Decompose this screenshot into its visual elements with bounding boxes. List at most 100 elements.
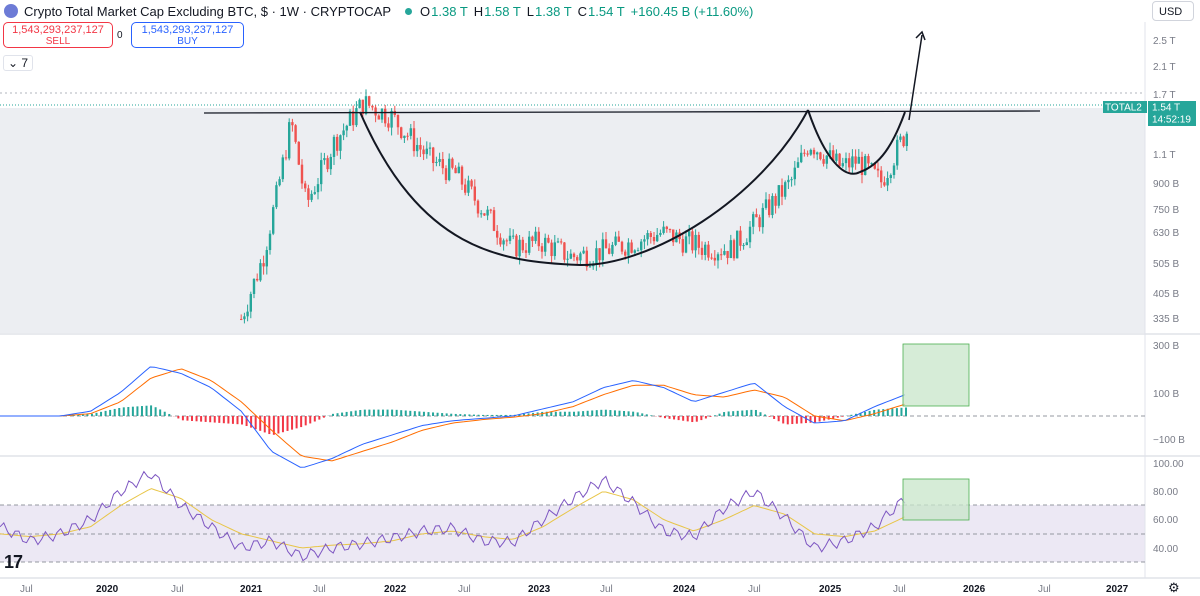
candle-body [502,240,505,245]
candle-body [819,152,822,160]
candle-body [467,180,470,193]
macd-histogram-bar [304,416,307,426]
candle-body [515,235,518,257]
macd-histogram-bar [168,413,171,416]
candle-body [240,318,243,320]
macd-histogram-bar [468,414,471,416]
macd-histogram-bar [895,408,898,416]
macd-histogram-bar [177,416,180,419]
candle-body [764,199,768,208]
candle-body [668,229,672,231]
macd-histogram-bar [823,416,826,421]
time-tick-label: 2021 [240,584,263,595]
candle-body [284,157,288,159]
price-pane-shade [0,108,1145,333]
candle-body [252,278,256,294]
rsi-target-box[interactable] [902,478,970,521]
macd-histogram-bar [372,409,375,416]
macd-histogram-bar [677,416,680,421]
macd-histogram-bar [472,414,475,416]
candle-body [800,152,803,163]
candle-body [636,250,640,252]
macd-histogram-bar [154,407,157,416]
candle-body [704,244,707,255]
rsi-axis[interactable]: 100.00 80.00 60.00 40.00 [1153,459,1184,555]
macd-histogram-bar [673,416,676,420]
candle-body [844,158,848,164]
macd-histogram-bar [832,416,835,419]
candle-body [582,250,585,254]
candle-body [598,248,601,261]
candle-body [476,200,480,214]
macd-histogram-bar [477,414,480,416]
candle-body [412,128,416,152]
macd-histogram-bar [191,416,194,421]
candle-body [419,145,422,150]
candle-body [307,188,310,200]
macd-histogram-bar [354,410,357,416]
candle-body [726,251,729,259]
candle-body [403,135,406,138]
candle-body [294,125,297,142]
candle-body [422,149,425,155]
macd-histogram-bar [291,416,294,430]
macd-histogram-bar [322,416,325,418]
time-tick-label: 2027 [1106,584,1129,595]
candle-body [611,244,614,254]
price-tag-value: 1.54 T [1152,103,1180,114]
macd-histogram-bar [905,407,907,416]
chart-canvas[interactable]: TOTAL2 1.54 T 14:52:19 2.5 T 2.1 T 1.7 T 1.… [0,0,1200,596]
candle-body [662,226,665,233]
candle-body [374,107,377,116]
macd-histogram-bar [600,409,603,416]
candle-body [528,236,531,253]
candle-body [640,241,643,251]
candle-body [864,156,867,176]
candle-body [643,239,646,242]
candle-body [867,156,870,164]
candle-body [505,240,508,242]
time-tick-label: Jul [1038,584,1051,595]
candle-body [313,192,316,194]
candle-body [649,233,652,237]
gear-icon[interactable]: ⚙ [1168,580,1180,596]
candle-body [841,163,844,167]
price-axis[interactable]: 2.5 T 2.1 T 1.7 T 1.1 T 900 B 750 B 630 B 505 B… [1153,36,1179,325]
macd-histogram-bar [786,416,789,425]
breakout-arrow[interactable] [908,34,923,121]
candle-body [470,180,473,187]
time-axis[interactable]: Jul 2020 Jul 2021 Jul 2022 Jul 2023 Jul 2024 Jul 20… [20,584,1129,595]
candle-body [358,99,361,109]
candle-body [416,145,419,152]
candle-body [473,186,476,201]
macd-histogram-bar [486,414,489,416]
macd-histogram-bar [145,405,148,416]
candle-body [464,184,467,193]
candle-body [332,136,336,157]
candle-body [688,231,691,237]
macd-histogram-bar [363,409,366,416]
macd-histogram-bar [345,411,348,416]
candle-body [739,230,742,246]
macd-histogram-bar [554,411,557,416]
candle-body [256,278,259,281]
macd-histogram-bar [218,416,221,423]
macd-target-box[interactable] [902,343,970,407]
macd-histogram-bar [718,413,721,416]
macd-histogram-bar [586,410,589,416]
candle-body [448,158,451,181]
time-tick-label: Jul [171,584,184,595]
macd-axis[interactable]: 300 B 100 B −100 B [1153,341,1185,446]
macd-histogram-bar [136,406,139,416]
macd-histogram-bar [609,410,612,416]
candle-body [521,239,524,251]
candle-body [323,158,326,161]
time-tick-label: 2024 [673,584,696,595]
candle-body [486,209,489,216]
macd-histogram-bar [768,416,771,417]
macd-histogram-bar [281,416,284,433]
macd-histogram-bar [382,409,385,416]
candle-body [793,167,796,180]
candle-body [899,136,902,140]
candle-body [387,123,390,128]
